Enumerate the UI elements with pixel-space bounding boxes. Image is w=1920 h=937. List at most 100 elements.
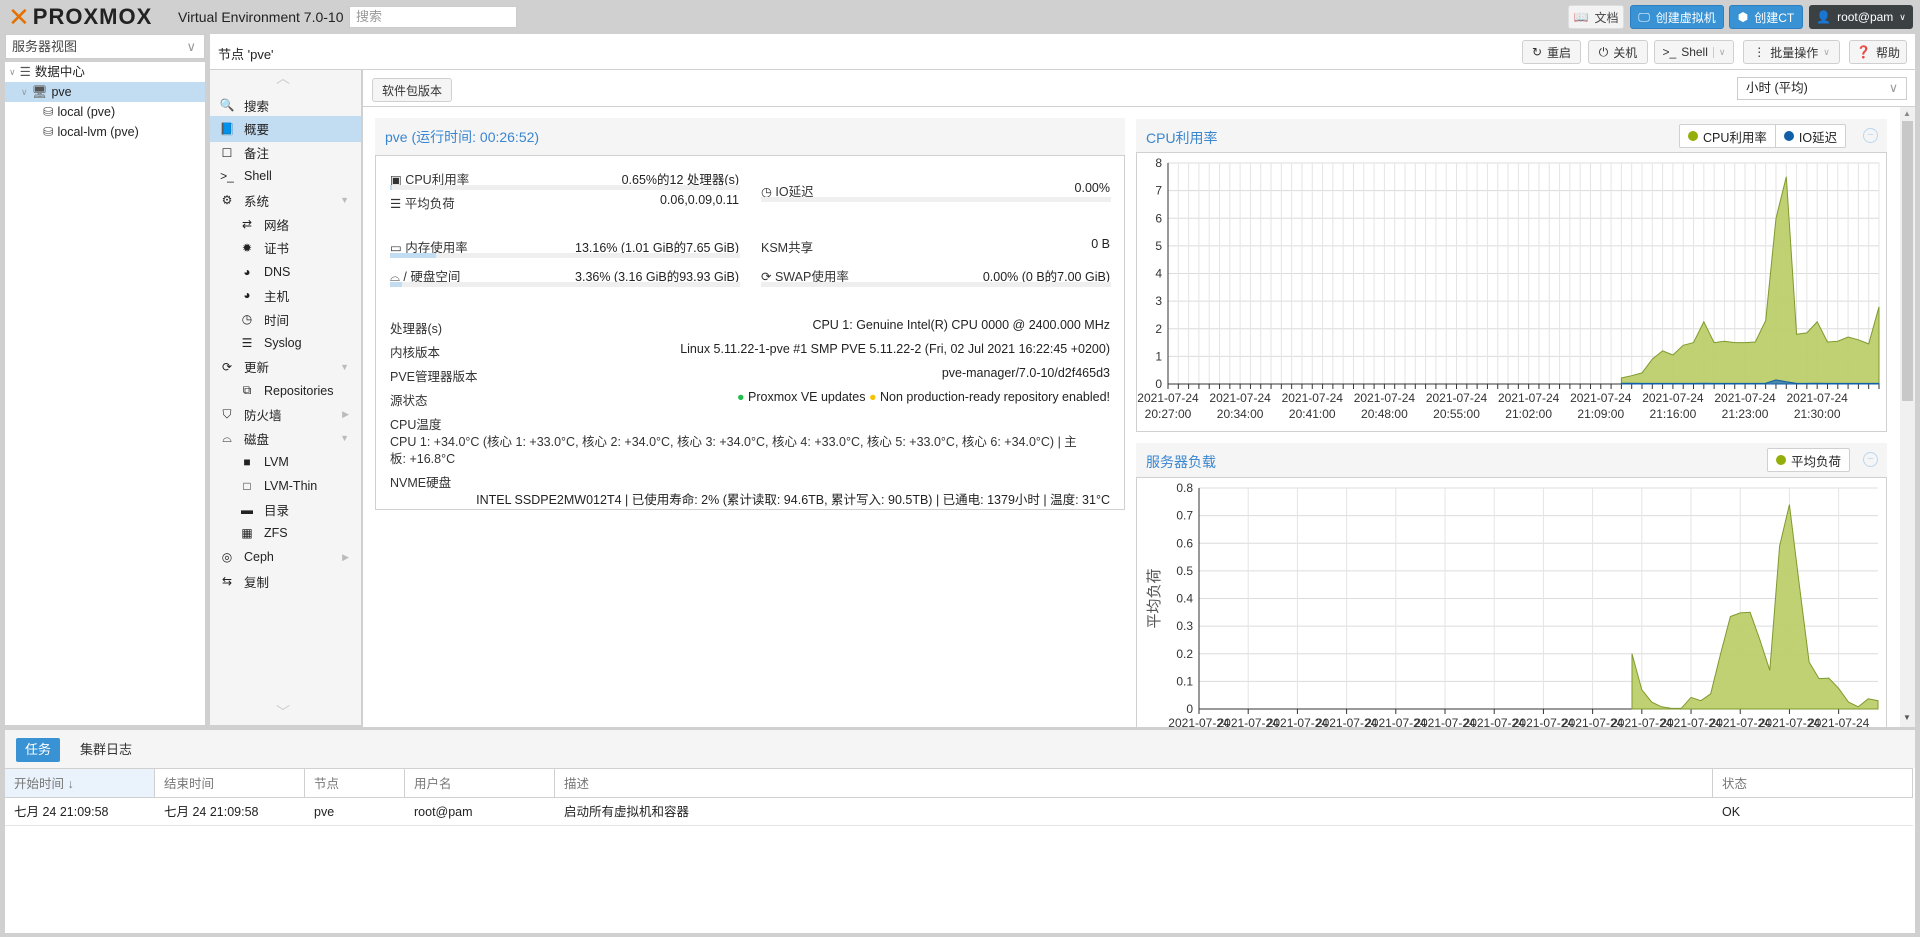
- nav-icon: 🔍: [219, 98, 235, 112]
- collapse-icon[interactable]: −: [1863, 452, 1878, 467]
- x-tick-time: 20:34:00: [1217, 407, 1264, 421]
- nav-item[interactable]: ✹ 证书: [210, 235, 361, 261]
- timeframe-value: 小时 (平均): [1746, 81, 1808, 95]
- legend-cpu[interactable]: CPU利用率: [1680, 125, 1776, 147]
- nav-item[interactable]: ◕ 主机: [210, 282, 361, 308]
- nav-item[interactable]: □ LVM-Thin: [210, 473, 361, 499]
- nav-item[interactable]: ◎ Ceph ▶: [210, 544, 361, 570]
- legend-dot-icon: [1783, 131, 1794, 141]
- nav-item[interactable]: ⟳ 更新 ▼: [210, 354, 361, 380]
- scroll-up-arrow-icon[interactable]: ▲: [1903, 109, 1911, 118]
- scrollbar-thumb[interactable]: [1902, 121, 1913, 401]
- nav-item[interactable]: ⌓ 磁盘 ▼: [210, 425, 361, 451]
- load-text: 平均负荷: [404, 197, 455, 211]
- nav-item[interactable]: ◕ DNS: [210, 259, 361, 285]
- tab-cluster-log[interactable]: 集群日志: [80, 738, 132, 762]
- view-selector[interactable]: 服务器视图 ∨: [5, 34, 205, 59]
- nav-item[interactable]: 📘 概要: [210, 115, 361, 142]
- chevron-down-icon[interactable]: ∨: [21, 82, 28, 102]
- legend-load[interactable]: 平均负荷: [1768, 449, 1849, 471]
- nav-item[interactable]: >_ Shell: [210, 163, 361, 189]
- scroll-down-arrow-icon[interactable]: ▼: [1903, 713, 1911, 722]
- tab-tasks[interactable]: 任务: [16, 738, 60, 762]
- tree-item-label: local (pve): [57, 105, 116, 119]
- view-label: 服务器视图: [12, 39, 78, 54]
- bulk-actions-button[interactable]: ⋮ 批量操作 ∨: [1743, 40, 1840, 64]
- column-end-time[interactable]: 结束时间: [155, 768, 305, 798]
- tree-item[interactable]: ⛁ local (pve): [5, 102, 205, 122]
- nav-item-label: 目录: [264, 504, 290, 519]
- nav-item-label: 磁盘: [244, 432, 270, 447]
- create-vm-button[interactable]: 🖵 创建虚拟机: [1630, 5, 1724, 29]
- x-tick-time: 20:27:00: [1145, 407, 1192, 421]
- memory-bar: [390, 253, 740, 258]
- scroll-down-icon[interactable]: ﹀: [276, 702, 290, 722]
- nav-icon: ⛉: [222, 406, 232, 421]
- repo-status-label: 源状态: [390, 394, 428, 408]
- expand-arrow-icon[interactable]: ▶: [342, 409, 349, 420]
- nav-item[interactable]: ⇄ 网络: [210, 211, 361, 237]
- status-body: ▣ CPU利用率 0.65%的12 处理器(s) ☰ 平均负荷 0.06,0.0…: [375, 155, 1125, 510]
- nav-item[interactable]: ■ LVM: [210, 449, 361, 475]
- tree-item[interactable]: ∨ ☰ 数据中心: [5, 62, 205, 82]
- package-versions-button[interactable]: 软件包版本: [372, 78, 452, 102]
- column-start-time[interactable]: 开始时间 ↓: [5, 768, 155, 798]
- x-tick-date: 2021-07-24: [1498, 391, 1560, 405]
- nav-item[interactable]: ▦ ZFS: [210, 520, 361, 546]
- shell-button[interactable]: >_ Shell ∨: [1654, 40, 1734, 64]
- legend-io[interactable]: IO延迟: [1776, 125, 1845, 147]
- expand-arrow-icon[interactable]: ▼: [340, 433, 349, 443]
- series-area-0: [1631, 504, 1879, 710]
- nav-item[interactable]: ◷ 时间: [210, 306, 361, 332]
- reboot-button[interactable]: ↻ 重启: [1522, 40, 1581, 64]
- y-tick-label: 0.4: [1176, 592, 1193, 606]
- nav-item[interactable]: ☐ 备注: [210, 140, 361, 166]
- nav-icon: ☐: [221, 145, 233, 160]
- pve-version-label: PVE管理器版本: [390, 370, 478, 384]
- scroll-up-icon[interactable]: ︿: [276, 68, 290, 88]
- tree-item[interactable]: ∨ 🖥 pve: [5, 82, 205, 102]
- help-button[interactable]: ❓ 帮助: [1849, 40, 1907, 64]
- x-tick-time: 21:30:00: [1794, 407, 1841, 421]
- nav-icon: □: [243, 478, 251, 493]
- nav-icon: ◷: [241, 312, 253, 327]
- repo-ok-text: Proxmox VE updates: [748, 390, 866, 404]
- create-ct-button[interactable]: ⬢ 创建CT: [1729, 5, 1803, 29]
- nav-icon: >_: [220, 169, 234, 184]
- x-tick-date: 2021-07-24: [1570, 391, 1632, 405]
- column-description[interactable]: 描述: [555, 768, 1713, 798]
- nav-item[interactable]: ⚙ 系统 ▼: [210, 187, 361, 213]
- x-tick-date: 2021-07-24: [1282, 391, 1344, 405]
- nav-item[interactable]: ▬ 目录: [210, 497, 361, 523]
- summary-content: 软件包版本 小时 (平均) ∨ pve (运行时间: 00:26:52) ▣ CP…: [363, 70, 1915, 727]
- docs-button[interactable]: 📖 文档: [1568, 5, 1624, 29]
- load-value: 0.06,0.09,0.11: [659, 193, 739, 207]
- nav-item[interactable]: ⇆ 复制: [210, 568, 361, 594]
- nvme-label: NVME硬盘: [390, 476, 452, 490]
- user-menu-button[interactable]: 👤 root@pam ∨: [1809, 5, 1913, 29]
- nav-item[interactable]: ⛉ 防火墙 ▶: [210, 401, 361, 427]
- content-scrollbar[interactable]: ▲ ▼: [1900, 107, 1915, 727]
- expand-arrow-icon[interactable]: ▶: [342, 552, 349, 563]
- column-user[interactable]: 用户名: [405, 768, 555, 798]
- tree-item[interactable]: ⛁ local-lvm (pve): [5, 122, 205, 142]
- timeframe-select[interactable]: 小时 (平均) ∨: [1737, 77, 1907, 100]
- nav-item[interactable]: ⧉ Repositories: [210, 378, 361, 404]
- chevron-down-icon[interactable]: ∨: [9, 62, 16, 82]
- column-status[interactable]: 状态: [1713, 768, 1913, 798]
- expand-arrow-icon[interactable]: ▼: [340, 362, 349, 372]
- nav-item[interactable]: 🔍 搜索: [210, 92, 361, 118]
- collapse-icon[interactable]: −: [1863, 128, 1878, 143]
- nav-item-label: 复制: [244, 575, 270, 590]
- x-tick-date: 2021-07-24: [1137, 391, 1199, 405]
- expand-arrow-icon[interactable]: ▼: [340, 195, 349, 205]
- search-input[interactable]: 搜索: [349, 6, 517, 28]
- bottom-tabbar: 任务 集群日志: [5, 730, 1915, 768]
- legend-dot-icon: [1776, 455, 1786, 465]
- column-node[interactable]: 节点: [305, 768, 405, 798]
- x-tick-date: 2021-07-24: [1714, 391, 1776, 405]
- shutdown-button[interactable]: ⏻ 关机: [1588, 40, 1648, 64]
- chevron-down-icon: ∨: [1899, 11, 1906, 22]
- nav-item[interactable]: ☰ Syslog: [210, 330, 361, 356]
- legend-cpu-label: CPU利用率: [1703, 130, 1767, 145]
